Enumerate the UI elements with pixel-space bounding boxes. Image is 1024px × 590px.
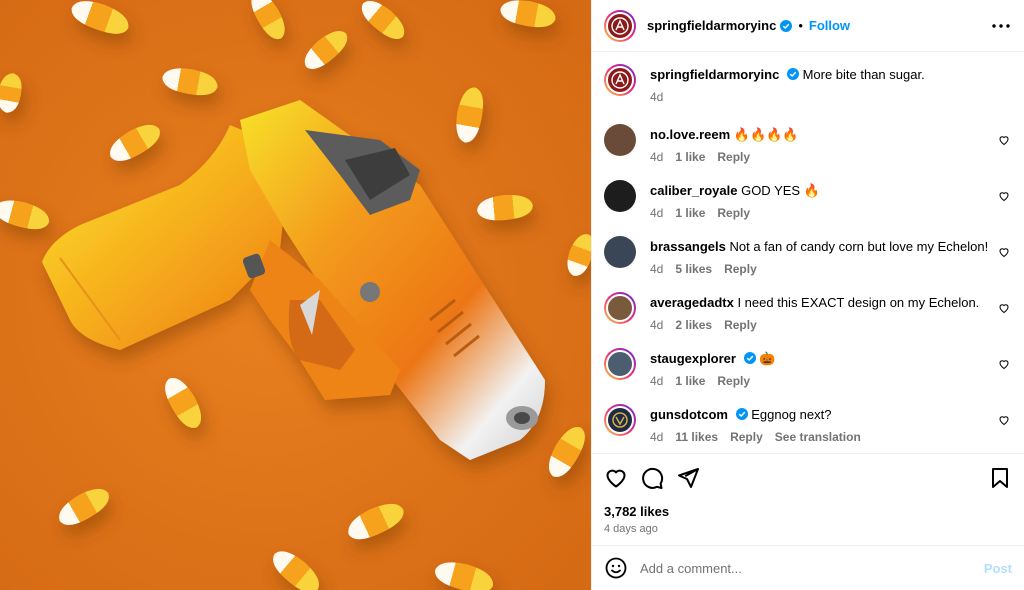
author-username[interactable]: springfieldarmoryinc (647, 18, 776, 33)
post-sidebar: springfieldarmoryinc • Follow springfiel… (591, 0, 1024, 590)
verified-badge-icon (786, 68, 799, 80)
comment-text: 🎃 (759, 351, 776, 366)
comment-like-heart-icon[interactable] (998, 358, 1010, 370)
springfield-logo-icon (606, 66, 634, 94)
follow-button[interactable]: Follow (809, 18, 850, 33)
candy-corn-pistol-illustration (0, 0, 591, 590)
comment-time[interactable]: 4d (650, 206, 663, 220)
comment-likes[interactable]: 1 like (675, 150, 705, 164)
add-comment-bar: Post (592, 545, 1024, 590)
verified-badge-icon (735, 408, 748, 420)
add-comment-input[interactable] (640, 560, 984, 576)
post-header: springfieldarmoryinc • Follow (592, 0, 1024, 52)
more-options-icon[interactable] (992, 23, 1010, 28)
comment-likes[interactable]: 11 likes (675, 430, 718, 444)
comment-bubble-icon[interactable] (640, 466, 664, 490)
comment-item: caliber_royale GOD YES 🔥 4d 1 like Reply (604, 180, 1010, 220)
reply-button[interactable]: Reply (724, 318, 757, 332)
comment-likes[interactable]: 1 like (675, 374, 705, 388)
share-send-icon[interactable] (676, 466, 700, 490)
comment-username[interactable]: gunsdotcom (650, 407, 728, 422)
comment-text: Eggnog next? (751, 407, 832, 422)
post-date[interactable]: 4 days ago (604, 523, 1012, 535)
see-translation-link[interactable]: See translation (775, 430, 861, 444)
reply-button[interactable]: Reply (717, 150, 750, 164)
comments-list[interactable]: springfieldarmoryinc More bite than suga… (592, 52, 1024, 453)
comment-username[interactable]: averagedadtx (650, 295, 734, 310)
bookmark-save-icon[interactable] (988, 466, 1012, 490)
comment-username[interactable]: caliber_royale (650, 183, 737, 198)
comment-likes[interactable]: 2 likes (675, 318, 712, 332)
comment-time[interactable]: 4d (650, 150, 663, 164)
post-comment-button[interactable]: Post (984, 561, 1012, 576)
springfield-logo-icon (606, 11, 634, 40)
caption-text: More bite than sugar. (802, 67, 925, 82)
commenter-avatar[interactable] (604, 348, 636, 380)
comment-time[interactable]: 4d (650, 374, 663, 388)
instagram-post: springfieldarmoryinc • Follow springfiel… (0, 0, 1024, 590)
commenter-avatar[interactable] (604, 124, 636, 156)
likes-count[interactable]: 3,782 likes (604, 504, 1012, 519)
caption-avatar[interactable] (604, 64, 636, 96)
separator-dot: • (798, 18, 803, 33)
comment-like-heart-icon[interactable] (998, 302, 1010, 314)
post-caption: springfieldarmoryinc More bite than suga… (604, 64, 1010, 104)
caption-username[interactable]: springfieldarmoryinc (650, 67, 779, 82)
comment-text: GOD YES 🔥 (741, 183, 820, 198)
verified-badge-icon (780, 19, 793, 32)
verified-badge-icon (743, 352, 756, 364)
comment-text: 🔥🔥🔥🔥 (733, 127, 799, 142)
avatar-photo (606, 294, 634, 322)
comment-item: averagedadtx I need this EXACT design on… (604, 292, 1010, 332)
comment-item: staugexplorer 🎃 4d 1 like Reply (604, 348, 1010, 388)
comment-time[interactable]: 4d (650, 318, 663, 332)
commenter-avatar[interactable] (604, 236, 636, 268)
gunsdotcom-logo-icon (606, 406, 634, 434)
avatar-photo (606, 350, 634, 378)
comment-time[interactable]: 4d (650, 430, 663, 444)
comment-item: brassangels Not a fan of candy corn but … (604, 236, 1010, 276)
like-heart-icon[interactable] (604, 466, 628, 490)
post-image[interactable] (0, 0, 591, 590)
comment-text: I need this EXACT design on my Echelon. (737, 295, 980, 310)
commenter-avatar[interactable] (604, 404, 636, 436)
comment-username[interactable]: staugexplorer (650, 351, 736, 366)
reply-button[interactable]: Reply (717, 374, 750, 388)
author-avatar[interactable] (604, 9, 636, 42)
reply-button[interactable]: Reply (717, 206, 750, 220)
reply-button[interactable]: Reply (724, 262, 757, 276)
comment-item: gunsdotcom Eggnog next? 4d 11 likes Repl… (604, 404, 1010, 444)
comment-like-heart-icon[interactable] (998, 134, 1010, 146)
post-actions: 3,782 likes 4 days ago (592, 453, 1024, 545)
comment-likes[interactable]: 1 like (675, 206, 705, 220)
emoji-smiley-icon[interactable] (604, 556, 628, 580)
comment-text: Not a fan of candy corn but love my Eche… (729, 239, 989, 254)
reply-button[interactable]: Reply (730, 430, 763, 444)
comment-like-heart-icon[interactable] (998, 190, 1010, 202)
caption-time[interactable]: 4d (650, 90, 663, 104)
comment-like-heart-icon[interactable] (998, 246, 1010, 258)
comment-like-heart-icon[interactable] (998, 414, 1010, 426)
comment-time[interactable]: 4d (650, 262, 663, 276)
comment-username[interactable]: brassangels (650, 239, 726, 254)
commenter-avatar[interactable] (604, 180, 636, 212)
comment-item: no.love.reem 🔥🔥🔥🔥 4d 1 like Reply (604, 124, 1010, 164)
comment-likes[interactable]: 5 likes (675, 262, 712, 276)
commenter-avatar[interactable] (604, 292, 636, 324)
comment-username[interactable]: no.love.reem (650, 127, 730, 142)
